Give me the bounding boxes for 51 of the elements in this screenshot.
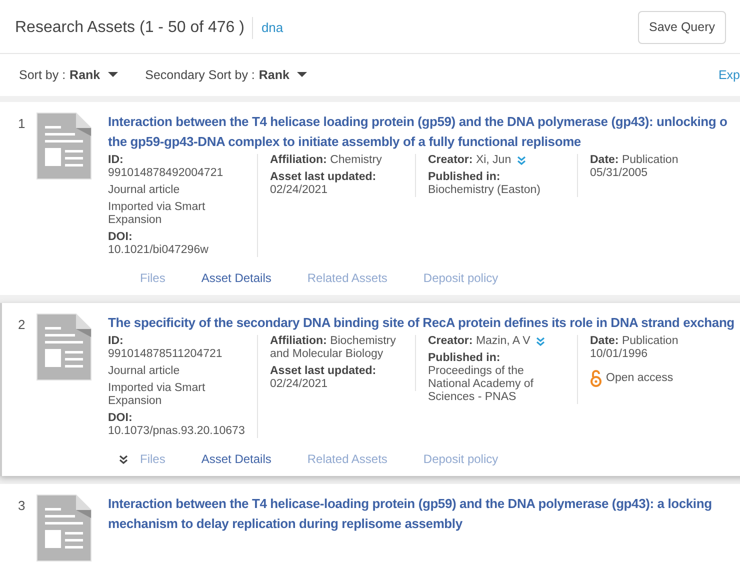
asset-source: Imported via Smart Expansion <box>108 201 206 227</box>
asset-title-link[interactable]: The specificity of the secondary DNA binding site of RecA protein defines its role in DNA strand exchang <box>108 313 740 333</box>
open-lock-icon <box>590 369 602 387</box>
creator-text: Creator: Mazin, A V <box>428 335 530 348</box>
result-number: 2 <box>18 316 26 334</box>
date-text: Date: Publication <box>590 154 678 167</box>
field-value: 02/24/2021 <box>270 378 329 391</box>
secondary-sort-dropdown[interactable]: Secondary Sort by : Rank <box>145 66 308 84</box>
expand-creators-icon[interactable] <box>517 156 526 165</box>
query-link[interactable]: dna <box>261 18 284 38</box>
field-label: ID: <box>108 335 124 348</box>
affiliation-text: Affiliation: Chemistry <box>270 154 383 167</box>
document-thumbnail-icon <box>36 313 92 381</box>
document-thumbnail-icon <box>36 112 92 180</box>
result-number: 3 <box>18 497 26 515</box>
field-label: Asset last updated: <box>270 365 378 378</box>
field-label: ID: <box>108 154 124 167</box>
asset-type: Journal article <box>108 184 181 197</box>
field-label: DOI: <box>108 412 134 425</box>
save-query-button[interactable]: Save Query <box>638 11 726 44</box>
results-title: Research Assets (1 - 50 of 476 ) <box>15 18 244 38</box>
field-label: Published in: <box>428 352 502 365</box>
asset-title-link[interactable]: Interaction between the T4 helicase loading protein (gp59) and the DNA polymerase (gp43): unlocking o the gp59-gp43-DNA complex to initiate assembly of a fully functional replisome <box>108 112 740 152</box>
asset-source: Imported via Smart Expansion <box>108 382 206 408</box>
doi-value: 10.1021/bi047296w <box>108 244 210 257</box>
asset-type: Journal article <box>108 365 181 378</box>
expand-link[interactable]: Exp <box>718 66 740 84</box>
field-value: 991014878492004721 <box>108 167 224 180</box>
doi-value: 10.1073/pnas.93.20.10673 <box>108 425 246 438</box>
field-value: Biochemistry (Easton) <box>428 184 542 197</box>
field-value: 05/31/2005 <box>590 167 649 180</box>
expand-icon[interactable] <box>118 454 128 464</box>
caret-icon <box>108 72 118 78</box>
affiliation-text: Affiliation: Biochemistry and Molecular Biology <box>270 335 397 361</box>
result-number: 1 <box>18 115 26 133</box>
field-label: Asset last updated: <box>270 171 378 184</box>
sort-by-dropdown[interactable]: Sort by : Rank <box>19 66 118 84</box>
field-label: DOI: <box>108 231 134 244</box>
action-link[interactable]: Asset Details <box>201 450 272 468</box>
expand-creators-icon[interactable] <box>536 337 546 346</box>
asset-title-link[interactable]: Interaction between the T4 helicase-loading protein (gp59) and the DNA polymerase (gp43): a locking mechanism to delay replication during replisome assembly <box>108 494 740 534</box>
field-value: 991014878511204721 <box>108 348 224 361</box>
open-access-label: Open access <box>606 372 674 384</box>
date-text: Date: Publication <box>590 335 678 348</box>
field-label: Published in: <box>428 171 502 184</box>
field-value: 02/24/2021 <box>270 184 329 197</box>
field-value: 10/01/1996 <box>590 348 649 361</box>
caret-icon <box>297 72 308 78</box>
action-link[interactable]: Asset Details <box>201 269 272 287</box>
creator-text: Creator: Xi, Jun <box>428 154 512 167</box>
field-value: Proceedings of the National Academy of Sciences - PNAS <box>428 365 534 404</box>
